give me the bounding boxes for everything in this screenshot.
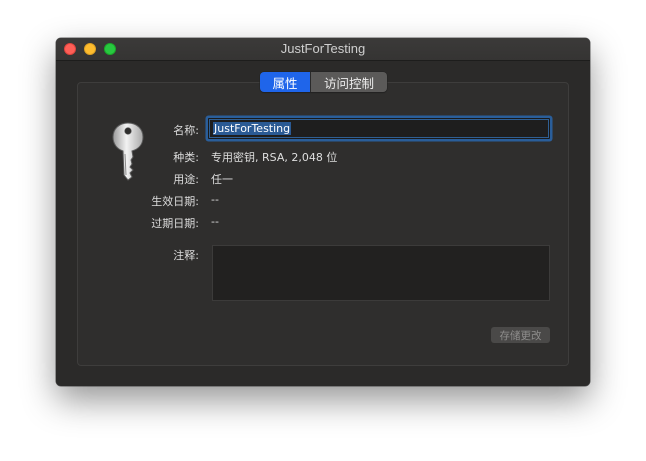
usage-label: 用途: — [173, 173, 199, 186]
kind-label: 种类: — [173, 151, 199, 164]
expire-date-value: -- — [211, 215, 219, 228]
tab-access-control[interactable]: 访问控制 — [310, 72, 387, 92]
comment-label: 注释: — [173, 249, 199, 262]
keychain-item-window: JustForTesting 属性 访问控制 名称: JustForTestin… — [56, 38, 590, 386]
tab-control: 属性 访问控制 — [260, 72, 387, 92]
name-field-value: JustForTesting — [213, 122, 292, 135]
name-field[interactable]: JustForTesting — [208, 118, 550, 139]
title-bar[interactable]: JustForTesting — [56, 38, 590, 61]
tab-attributes[interactable]: 属性 — [260, 72, 310, 92]
comment-field[interactable] — [212, 245, 550, 301]
kind-value: 专用密钥, RSA, 2,048 位 — [211, 151, 338, 164]
start-date-value: -- — [211, 193, 219, 206]
expire-date-label: 过期日期: — [151, 217, 199, 230]
start-date-label: 生效日期: — [151, 195, 199, 208]
name-label: 名称: — [173, 124, 199, 137]
window-title: JustForTesting — [280, 41, 366, 56]
save-changes-button[interactable]: 存储更改 — [491, 327, 550, 343]
usage-value: 任一 — [211, 173, 233, 186]
